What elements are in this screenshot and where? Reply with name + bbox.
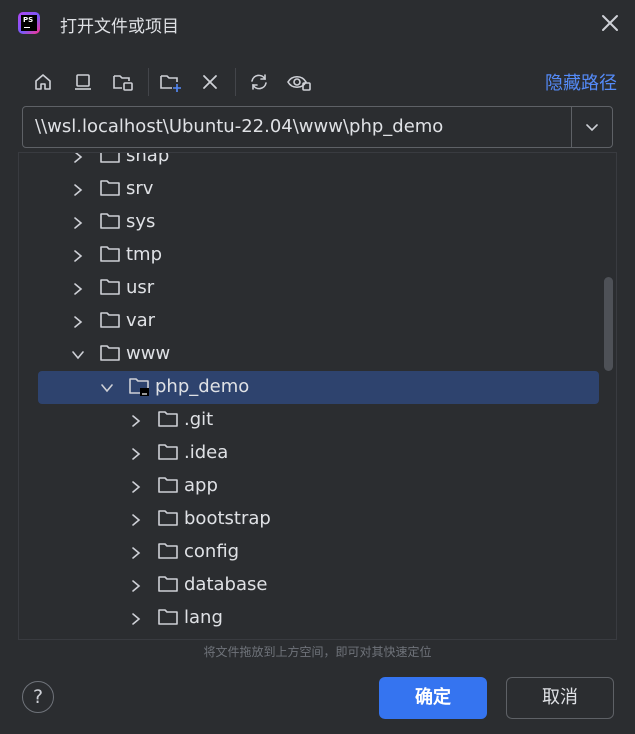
tree-row-label: lang	[184, 607, 223, 628]
tree-row[interactable]: sys	[19, 206, 601, 239]
tree-scrollbar[interactable]	[604, 277, 613, 371]
tree-row-label: tmp	[126, 244, 163, 265]
phpstorm-logo-icon: PS	[18, 12, 40, 34]
dialog-title: 打开文件或项目	[60, 17, 179, 37]
tree-row-label: app	[184, 475, 218, 496]
folder-icon	[99, 211, 121, 231]
tree-row[interactable]: config	[19, 536, 601, 569]
folder-icon	[99, 277, 121, 297]
title-bar: PS 打开文件或项目	[0, 0, 635, 50]
tree-row[interactable]: .git	[19, 404, 601, 437]
chevron-right-icon[interactable]	[71, 182, 85, 196]
chevron-right-icon[interactable]	[129, 512, 143, 526]
folder-icon	[99, 153, 121, 165]
chevron-down-icon[interactable]	[71, 347, 85, 361]
desktop-icon[interactable]	[68, 67, 98, 97]
ok-button[interactable]: 确定	[379, 677, 487, 719]
chevron-right-icon[interactable]	[129, 578, 143, 592]
tree-row-label: srv	[126, 178, 154, 199]
show-hidden-icon[interactable]	[284, 67, 314, 97]
tree-row-label: bootstrap	[184, 508, 271, 529]
tree-row[interactable]: database	[19, 569, 601, 602]
chevron-right-icon[interactable]	[129, 446, 143, 460]
path-combobox[interactable]: \\wsl.localhost\Ubuntu-22.04\www\php_dem…	[22, 106, 613, 148]
project-folder-icon	[128, 376, 150, 396]
logo-text: PS	[23, 16, 34, 24]
help-button[interactable]: ?	[22, 681, 54, 713]
chevron-right-icon[interactable]	[71, 153, 85, 163]
tree-row[interactable]: usr	[19, 272, 601, 305]
home-icon[interactable]	[28, 67, 58, 97]
folder-icon	[99, 178, 121, 198]
folder-icon	[157, 442, 179, 462]
folder-icon	[99, 310, 121, 330]
folder-icon	[157, 607, 179, 627]
folder-icon	[157, 409, 179, 429]
folder-icon	[157, 475, 179, 495]
tree-row-label: var	[126, 310, 156, 331]
chevron-down-icon[interactable]	[100, 380, 114, 394]
drop-hint: 将文件拖放到上方空间，即可对其快速定位	[203, 645, 432, 659]
tree-row[interactable]: bootstrap	[19, 503, 601, 536]
folder-icon	[99, 343, 121, 363]
tree-row-label: config	[184, 541, 240, 562]
folder-icon	[99, 244, 121, 264]
tree-row-label: sys	[126, 211, 156, 232]
close-icon[interactable]	[599, 12, 621, 34]
tree-row-label: php_demo	[155, 376, 250, 397]
toolbar	[24, 64, 624, 100]
tree-row[interactable]: lang	[19, 602, 601, 635]
tree-row[interactable]: tmp	[19, 239, 601, 272]
chevron-right-icon[interactable]	[71, 314, 85, 328]
tree-row[interactable]: www	[19, 338, 601, 371]
file-tree[interactable]: snap srv sys tmp usr var www php_demo .git .idea a…	[18, 152, 617, 640]
tree-row[interactable]: var	[19, 305, 601, 338]
folder-icon	[157, 541, 179, 561]
cancel-button[interactable]: 取消	[506, 677, 614, 719]
delete-icon[interactable]	[195, 67, 225, 97]
tree-row[interactable]: snap	[19, 152, 601, 173]
tree-row-label: snap	[126, 152, 170, 166]
tree-row[interactable]: srv	[19, 173, 601, 206]
tree-row-label: www	[126, 343, 171, 364]
folder-icon	[157, 574, 179, 594]
path-input[interactable]: \\wsl.localhost\Ubuntu-22.04\www\php_dem…	[35, 116, 443, 137]
folder-icon	[157, 508, 179, 528]
tree-row[interactable]: php_demo	[38, 371, 599, 404]
refresh-icon[interactable]	[244, 67, 274, 97]
chevron-down-icon[interactable]	[582, 117, 602, 137]
tree-row-label: usr	[126, 277, 155, 298]
new-folder-icon[interactable]	[156, 67, 186, 97]
tree-row-label: database	[184, 574, 268, 595]
hide-path-link[interactable]: 隐藏路径	[545, 69, 617, 95]
chevron-right-icon[interactable]	[129, 545, 143, 559]
chevron-right-icon[interactable]	[129, 479, 143, 493]
chevron-right-icon[interactable]	[129, 611, 143, 625]
chevron-right-icon[interactable]	[71, 281, 85, 295]
chevron-right-icon[interactable]	[71, 215, 85, 229]
project-folder-icon[interactable]	[108, 67, 138, 97]
tree-row[interactable]: .idea	[19, 437, 601, 470]
tree-row-label: .idea	[184, 442, 229, 463]
chevron-right-icon[interactable]	[129, 413, 143, 427]
tree-row-label: .git	[184, 409, 214, 430]
chevron-right-icon[interactable]	[71, 248, 85, 262]
tree-row[interactable]: app	[19, 470, 601, 503]
